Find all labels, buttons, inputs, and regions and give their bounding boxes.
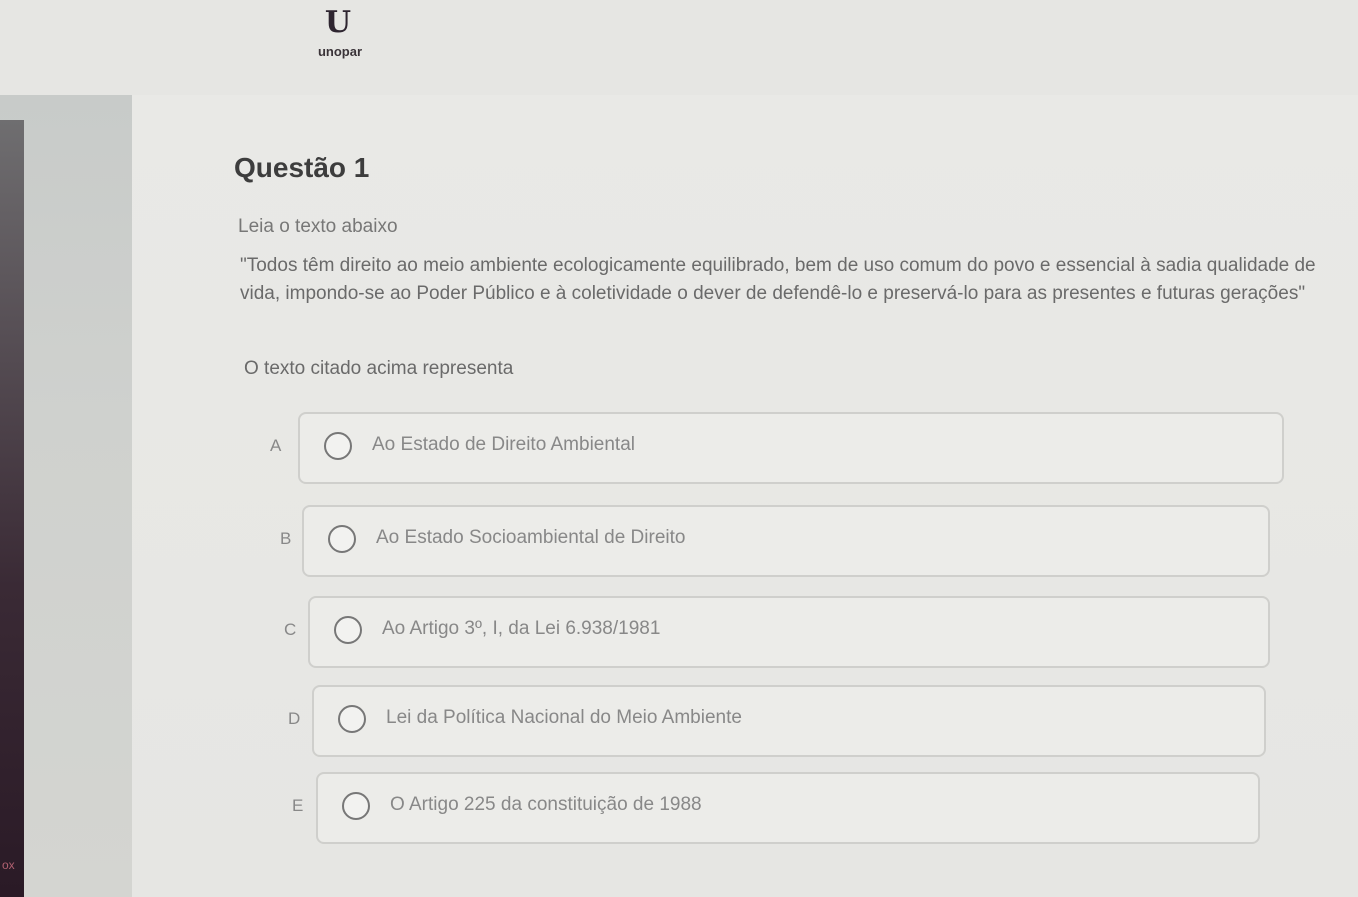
question-instruction: Leia o texto abaixo xyxy=(238,216,398,237)
radio-icon[interactable] xyxy=(334,616,362,644)
question-quote: "Todos têm direito ao meio ambiente ecol… xyxy=(240,255,1316,304)
option-label: O Artigo 225 da constituição de 1988 xyxy=(390,794,702,815)
option-b: B Ao Estado Socioambiental de Direito xyxy=(280,505,1280,577)
option-letter: E xyxy=(292,796,304,815)
radio-icon[interactable] xyxy=(342,792,370,820)
option-d: D Lei da Política Nacional do Meio Ambie… xyxy=(288,685,1268,757)
option-e: E O Artigo 225 da constituição de 1988 xyxy=(292,772,1262,844)
window-edge xyxy=(0,120,24,897)
corner-label: ox xyxy=(2,858,15,872)
option-letter: B xyxy=(280,529,292,548)
option-letter: D xyxy=(288,709,301,728)
question-prompt: O texto citado acima representa xyxy=(244,358,514,379)
radio-icon[interactable] xyxy=(328,525,356,553)
brand-name: unopar xyxy=(317,44,363,59)
option-label: Ao Estado de Direito Ambiental xyxy=(372,434,635,455)
option-a: A Ao Estado de Direito Ambiental xyxy=(270,412,1290,484)
option-label: Ao Artigo 3º, I, da Lei 6.938/1981 xyxy=(382,618,661,639)
option-c-button[interactable]: Ao Artigo 3º, I, da Lei 6.938/1981 xyxy=(308,596,1270,668)
radio-icon[interactable] xyxy=(338,705,366,733)
option-letter: A xyxy=(270,436,282,455)
option-a-button[interactable]: Ao Estado de Direito Ambiental xyxy=(298,412,1284,484)
unopar-logo-icon: U xyxy=(324,5,352,40)
option-label: Lei da Política Nacional do Meio Ambient… xyxy=(386,707,742,728)
option-c: C Ao Artigo 3º, I, da Lei 6.938/1981 xyxy=(284,596,1274,668)
option-label: Ao Estado Socioambiental de Direito xyxy=(376,527,686,548)
header: U unopar xyxy=(0,0,1358,95)
option-letter: C xyxy=(284,620,297,639)
radio-icon[interactable] xyxy=(324,432,352,460)
option-e-button[interactable]: O Artigo 225 da constituição de 1988 xyxy=(316,772,1260,844)
option-b-button[interactable]: Ao Estado Socioambiental de Direito xyxy=(302,505,1270,577)
option-d-button[interactable]: Lei da Política Nacional do Meio Ambient… xyxy=(312,685,1266,757)
question-title: Questão 1 xyxy=(234,152,370,183)
